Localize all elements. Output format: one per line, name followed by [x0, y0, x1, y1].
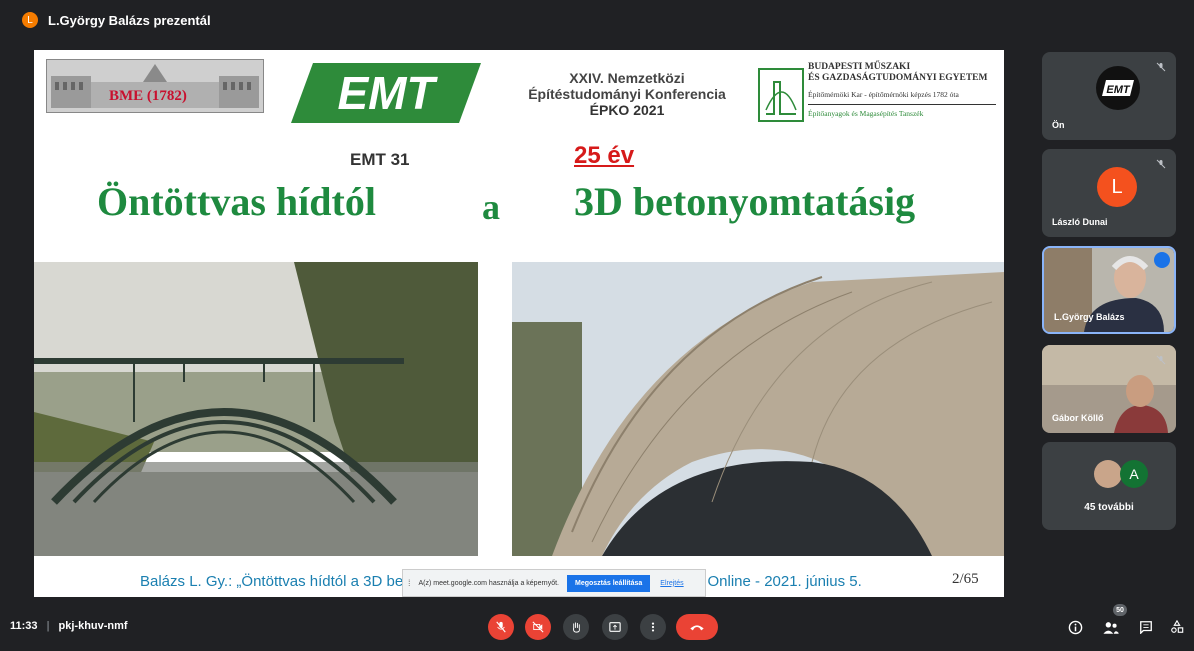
participant-name: László Dunai: [1052, 217, 1108, 227]
speaking-indicator-icon: [1154, 252, 1170, 268]
activities-icon: [1171, 620, 1184, 633]
people-button[interactable]: [1100, 616, 1122, 638]
divider: [808, 104, 996, 105]
conference-title: XXIV. Nemzetközi Építéstudományi Konfere…: [512, 70, 742, 118]
participant-tile-self[interactable]: EMT Ön: [1042, 52, 1176, 140]
slide-page-number: 2/65: [952, 571, 979, 587]
title-left: Öntöttvas hídtól: [97, 179, 376, 224]
faculty-text: Építőmérnöki Kar - építőmérnöki képzés 1…: [808, 90, 959, 99]
meeting-controls-bar: 11:33 | pkj-khuv-nmf: [0, 606, 1194, 651]
participant-name: L.György Balázs: [1054, 312, 1125, 322]
presentation-header: L L.György Balázs prezentál: [0, 0, 1194, 40]
meeting-details-button[interactable]: [1064, 616, 1086, 638]
participant-name: Gábor Köllő: [1052, 413, 1104, 423]
participant-tile-laszlo-dunai[interactable]: L László Dunai: [1042, 149, 1176, 237]
bme-logo: BME (1782): [46, 59, 264, 113]
clock-time: 11:33: [10, 620, 38, 632]
iron-bridge-photo: [34, 262, 478, 556]
present-screen-icon: [609, 622, 621, 632]
mic-off-icon: [1156, 355, 1166, 365]
3d-printed-bridge-photo: [512, 262, 1004, 556]
more-options-button[interactable]: [640, 614, 666, 640]
chat-button[interactable]: [1135, 616, 1157, 638]
bme-logo-text: BME (1782): [109, 88, 187, 104]
emt-logo-text: EMT: [337, 67, 438, 119]
university-name-line-1: BUDAPESTI MŰSZAKI: [808, 62, 911, 72]
leave-call-button[interactable]: [676, 614, 718, 640]
stop-sharing-button[interactable]: Megosztás leállítása: [566, 574, 651, 592]
presenter-label: L.György Balázs prezentál: [48, 12, 211, 28]
university-logo: BUDAPESTI MŰSZAKI ÉS GAZDASÁGTUDOMÁNYI E…: [758, 62, 1003, 132]
emt-logo: EMT: [291, 63, 481, 123]
drag-handle-icon[interactable]: ⁞: [408, 578, 411, 588]
meeting-info: 11:33 | pkj-khuv-nmf: [10, 620, 128, 632]
university-mark-icon: [758, 68, 804, 122]
anniversary-text: 25 év: [574, 142, 635, 169]
conference-line-3: ÉPKO 2021: [589, 102, 665, 118]
university-name-line-2: ÉS GAZDASÁGTUDOMÁNYI EGYETEM: [808, 73, 988, 83]
hide-button[interactable]: Elrejtés: [660, 580, 683, 587]
conference-line-2: Építéstudományi Konferencia: [528, 86, 726, 102]
presentation-slide: BME (1782) EMT XXIV. Nemzetközi Építéstu…: [34, 50, 1004, 597]
share-message: A(z) meet.google.com használja a képerny…: [418, 579, 559, 587]
meeting-code: pkj-khuv-nmf: [58, 620, 128, 632]
emt-edition: EMT 31: [350, 150, 410, 169]
mic-off-icon: [496, 621, 506, 633]
raise-hand-button[interactable]: [563, 614, 589, 640]
microphone-button[interactable]: [488, 614, 514, 640]
more-participants-label: 45 további: [1084, 502, 1134, 513]
mic-off-icon: [1156, 159, 1166, 169]
avatar: EMT: [1096, 66, 1140, 110]
mic-off-icon: [1156, 62, 1166, 72]
activities-button[interactable]: [1166, 616, 1188, 638]
participant-tile-gabor-kollo[interactable]: Gábor Köllő: [1042, 345, 1176, 433]
camera-off-icon: [532, 621, 544, 633]
participant-count-badge: 50: [1113, 604, 1127, 616]
avatar: A: [1120, 460, 1148, 488]
present-button[interactable]: [602, 614, 628, 640]
more-participants-tile[interactable]: A 45 további: [1042, 442, 1176, 530]
hand-icon: [572, 621, 580, 633]
camera-button[interactable]: [525, 614, 551, 640]
avatar: [1094, 460, 1122, 488]
conference-line-1: XXIV. Nemzetközi: [569, 70, 685, 86]
avatar-text: EMT: [1106, 84, 1131, 96]
university-name: BUDAPESTI MŰSZAKI ÉS GAZDASÁGTUDOMÁNYI E…: [808, 62, 987, 84]
department-text: Építőanyagok és Magasépítés Tanszék: [808, 109, 924, 118]
chat-icon: [1140, 621, 1152, 634]
info-icon: [1068, 620, 1082, 634]
separator: |: [46, 620, 50, 632]
avatar: L: [1097, 167, 1137, 207]
title-mid: a: [482, 187, 500, 227]
participant-name: Ön: [1052, 120, 1065, 130]
end-call-icon: [690, 625, 704, 631]
emt-avatar-icon: EMT: [1102, 80, 1134, 96]
screen-share-notice: ⁞ A(z) meet.google.com használja a képer…: [402, 569, 706, 597]
presenter-avatar: L: [22, 12, 38, 28]
more-vert-icon: [651, 622, 655, 632]
title-right: 3D betonyomtatásig: [574, 179, 916, 224]
people-icon: [1103, 621, 1119, 634]
participant-tile-gyorgy-balazs[interactable]: L.György Balázs: [1042, 246, 1176, 334]
